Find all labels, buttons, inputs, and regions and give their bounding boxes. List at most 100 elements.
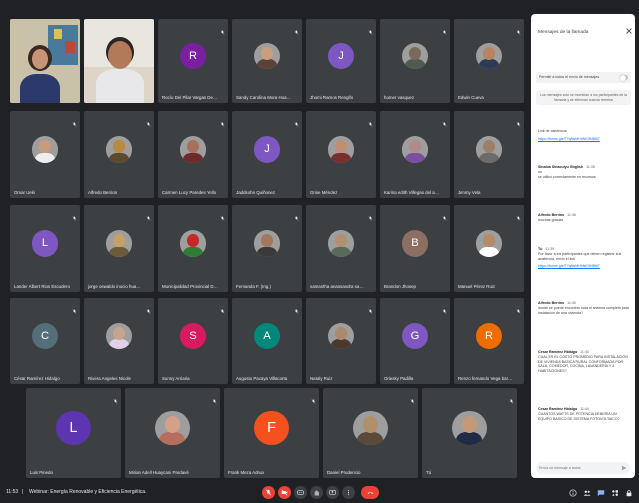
participant-tile[interactable]: Daniel Prudencio bbox=[323, 388, 418, 478]
participant-tile[interactable]: Alfredo Berrios bbox=[84, 111, 154, 198]
close-icon[interactable] bbox=[626, 28, 632, 34]
participant-tile[interactable]: Fernanda F. (Ing.) bbox=[232, 205, 302, 292]
camera-off-button[interactable] bbox=[278, 486, 291, 499]
participant-tile[interactable]: B Brandon Jhosep bbox=[380, 205, 450, 292]
hangup-icon bbox=[367, 491, 373, 494]
chat-message: Link de asistencia https://forms.gle/TYqN… bbox=[538, 129, 630, 142]
participant-tile[interactable]: Jimmy Vela bbox=[454, 111, 524, 198]
chat-text: donde se puede encontrar toda el sistema… bbox=[538, 305, 629, 315]
participant-tile[interactable]: Mirian Adell Huaycani Pardavé bbox=[125, 388, 220, 478]
participant-tile[interactable]: jorge oswaldo inocio huamaya bbox=[84, 205, 154, 292]
participant-tile[interactable]: homer vasquez bbox=[380, 19, 450, 103]
participant-name: Manuel Pérez Ruiz bbox=[458, 284, 496, 289]
participant-tile[interactable]: Omar Ueki bbox=[10, 111, 80, 198]
participant-name: Sandy Carolina Mora Huarcaya bbox=[236, 95, 292, 100]
participant-avatar: R bbox=[179, 42, 207, 70]
participant-name: Augusto Pacaya Villacorta bbox=[236, 376, 288, 381]
participant-avatar: B bbox=[401, 230, 429, 257]
participant-tile[interactable]: R Rocío Del Pilar Vargas Delgado bbox=[158, 19, 228, 103]
participant-tile[interactable]: Municipalidad Provincial De ... bbox=[158, 205, 228, 292]
participant-tile[interactable]: L Luis Pinedo bbox=[26, 388, 121, 478]
participant-avatar bbox=[105, 230, 133, 257]
participant-tile[interactable]: J Jhomi Ramos Rengifo bbox=[306, 19, 376, 103]
mic-off-icon bbox=[113, 391, 118, 404]
raise-hand-button[interactable] bbox=[310, 486, 323, 499]
chat-message: Sinaloa Sinacuiyu Gbglish 11:35 no se utili… bbox=[538, 165, 630, 179]
participant-avatar: A bbox=[253, 322, 281, 350]
participant-tile[interactable]: Tú bbox=[422, 388, 517, 478]
participant-name: Frank Meza Adrua bbox=[228, 470, 264, 475]
chat-sender: Alfredo Berrios bbox=[538, 301, 565, 305]
camera-off-icon bbox=[281, 489, 288, 496]
participant-tile[interactable]: R Renzo fernando Vega barzales bbox=[454, 298, 524, 384]
participant-tile[interactable]: F Frank Meza Adrua bbox=[224, 388, 319, 478]
chat-message: Cesar Ramirez Hidalgo 11:44 CUANTOS WATTS … bbox=[538, 407, 630, 421]
participant-tile[interactable]: Sandy Carolina Mora Huarcaya bbox=[232, 19, 302, 103]
mic-off-icon bbox=[368, 301, 373, 314]
mic-off-icon bbox=[516, 22, 521, 35]
participant-avatar bbox=[31, 136, 59, 163]
participant-tile[interactable]: L Lander Albert Rios Escudero bbox=[10, 205, 80, 292]
activities-button[interactable] bbox=[610, 488, 619, 497]
meeting-time: 11:53 bbox=[6, 489, 19, 495]
chat-message: Alfredo Berrios 11:36 muchas gracias bbox=[538, 213, 630, 223]
participant-tile[interactable]: Edwin Cueva bbox=[454, 19, 524, 103]
participant-name: Karina edith Villegas del aguila bbox=[384, 190, 440, 195]
participant-name: Jaddsohn Quiñonez bbox=[236, 190, 276, 195]
participant-tile[interactable] bbox=[10, 19, 80, 103]
participant-tile[interactable]: Rivera Angeles Nicole bbox=[84, 298, 154, 384]
participant-avatar bbox=[327, 136, 355, 163]
participant-tile[interactable]: samantha anassandra sanche... bbox=[306, 205, 376, 292]
participant-tile[interactable]: Grise Méndez bbox=[306, 111, 376, 198]
info-button[interactable] bbox=[568, 488, 577, 497]
chat-time: 11:44 bbox=[580, 407, 589, 411]
chat-time: 11:43 bbox=[580, 350, 589, 354]
mic-off-icon bbox=[442, 22, 447, 35]
mic-off-button[interactable] bbox=[262, 486, 275, 499]
participant-name: Rivera Angeles Nicole bbox=[88, 376, 131, 381]
chat-panel-title: Mensajes de la llamada bbox=[538, 30, 589, 35]
participant-tile[interactable]: Manuel Pérez Ruiz bbox=[454, 205, 524, 292]
participant-name: Carmen Lucy Paredes Yello bbox=[162, 190, 217, 195]
participant-avatar bbox=[253, 42, 281, 70]
send-icon[interactable] bbox=[621, 465, 627, 471]
meeting-title: Webinar: Energía Renovable y Eficiencia … bbox=[29, 489, 147, 495]
participant-tile[interactable]: Karina edith Villegas del aguila bbox=[380, 111, 450, 198]
meet-window: R Rocío Del Pilar Vargas Delgado Sandy Car… bbox=[0, 0, 639, 503]
participant-avatar bbox=[475, 42, 503, 70]
present-button[interactable] bbox=[326, 486, 339, 499]
participant-video bbox=[10, 19, 80, 103]
allow-messages-toggle[interactable] bbox=[620, 74, 628, 81]
participant-avatar: J bbox=[253, 136, 281, 163]
participant-avatar bbox=[253, 230, 281, 257]
participant-avatar bbox=[327, 230, 355, 257]
chat-text: Por favor a los participantes que deben … bbox=[538, 251, 622, 261]
participant-tile[interactable] bbox=[84, 19, 154, 103]
chat-link[interactable]: https://forms.gle/TYqNsMHhNiGtNBl87 bbox=[538, 264, 630, 269]
participant-tile[interactable]: Carmen Lucy Paredes Yello bbox=[158, 111, 228, 198]
hangup-button[interactable] bbox=[361, 486, 379, 499]
chat-button[interactable] bbox=[596, 488, 605, 497]
participant-avatar bbox=[155, 410, 190, 446]
participant-tile[interactable]: G Oriesky Padilla bbox=[380, 298, 450, 384]
participant-avatar bbox=[105, 322, 133, 350]
chat-link[interactable]: https://forms.gle/TYqNsMHhNiGtNBl87 bbox=[538, 137, 630, 142]
chat-sender: Cesar Ramirez Hidalgo bbox=[538, 350, 578, 354]
more-button[interactable] bbox=[342, 486, 355, 499]
participant-tile[interactable]: J Jaddsohn Quiñonez bbox=[232, 111, 302, 198]
people-button[interactable] bbox=[582, 488, 591, 497]
participant-avatar: L bbox=[56, 410, 91, 446]
chat-sender: Cesar Ramirez Hidalgo bbox=[538, 407, 578, 411]
participant-tile[interactable]: A Augusto Pacaya Villacorta bbox=[232, 298, 302, 384]
lock-button[interactable] bbox=[624, 488, 633, 497]
captions-button[interactable] bbox=[294, 486, 307, 499]
participant-tile[interactable]: C César Ramírez Hidalgo bbox=[10, 298, 80, 384]
participant-tile[interactable]: S Sunny Arriaria bbox=[158, 298, 228, 384]
mic-off-icon bbox=[220, 208, 225, 221]
participant-tile[interactable]: Nataly Ruiz bbox=[306, 298, 376, 384]
chat-icon bbox=[597, 489, 604, 496]
chat-input[interactable] bbox=[539, 464, 619, 472]
participant-avatar: C bbox=[31, 322, 59, 350]
participant-name: Fernanda F. (Ing.) bbox=[236, 284, 271, 289]
participant-avatar bbox=[179, 136, 207, 163]
